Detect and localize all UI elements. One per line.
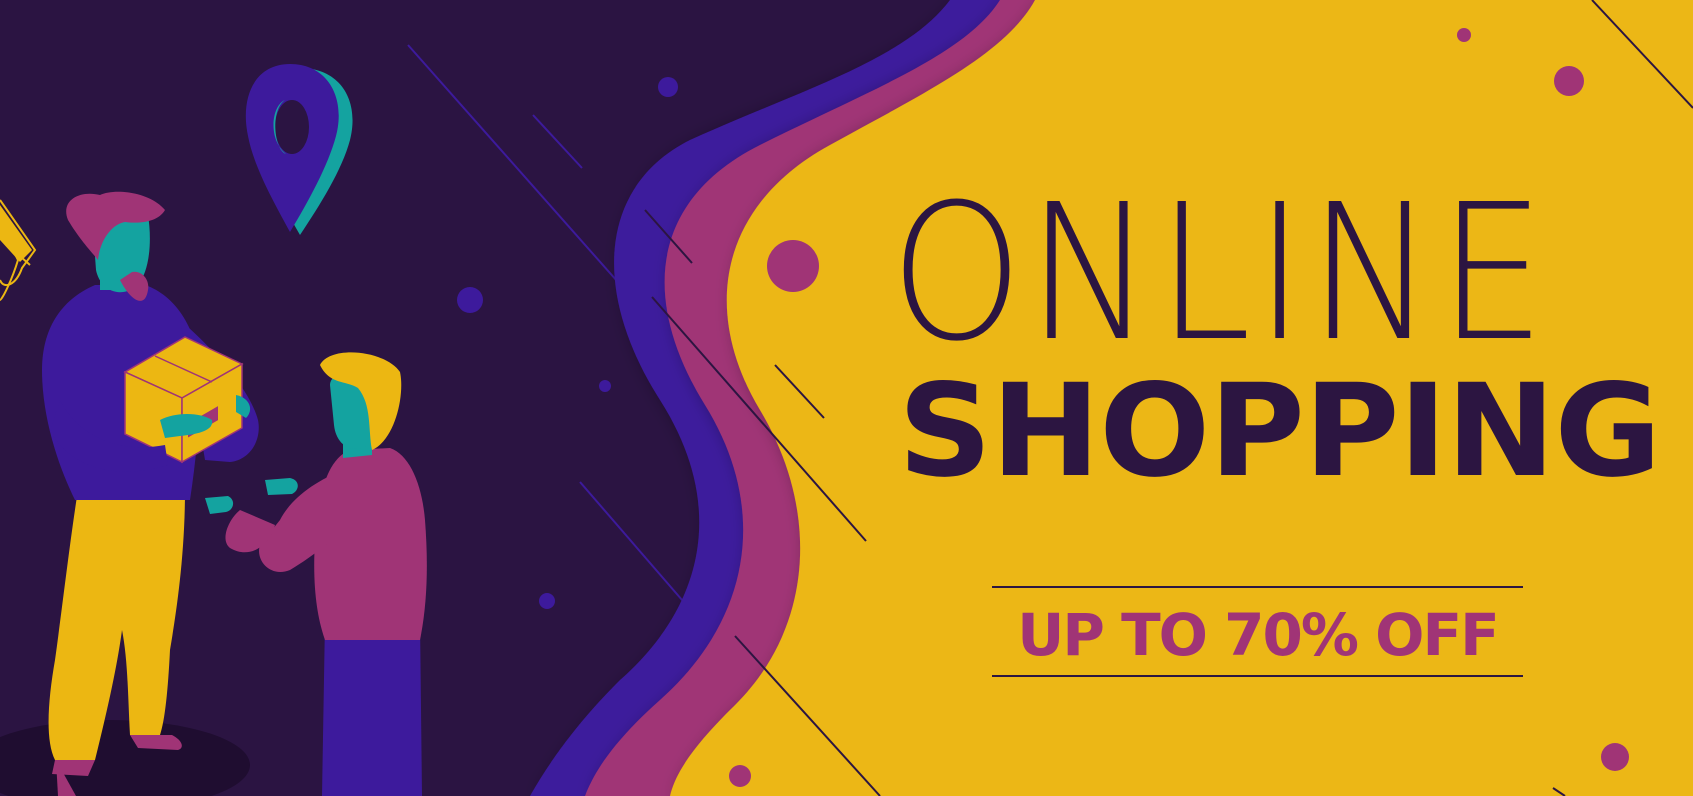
discount-offer-text: UP TO 70% OFF: [1017, 601, 1499, 669]
headline-shopping: SHOPPING: [898, 357, 1662, 506]
online-shopping-banner: ONLINE SHOPPING UP TO 70% OFF: [0, 0, 1693, 796]
headline-online: ONLINE: [890, 164, 1549, 383]
offer-top-divider: [992, 586, 1523, 588]
offer-bottom-divider: [992, 675, 1523, 677]
